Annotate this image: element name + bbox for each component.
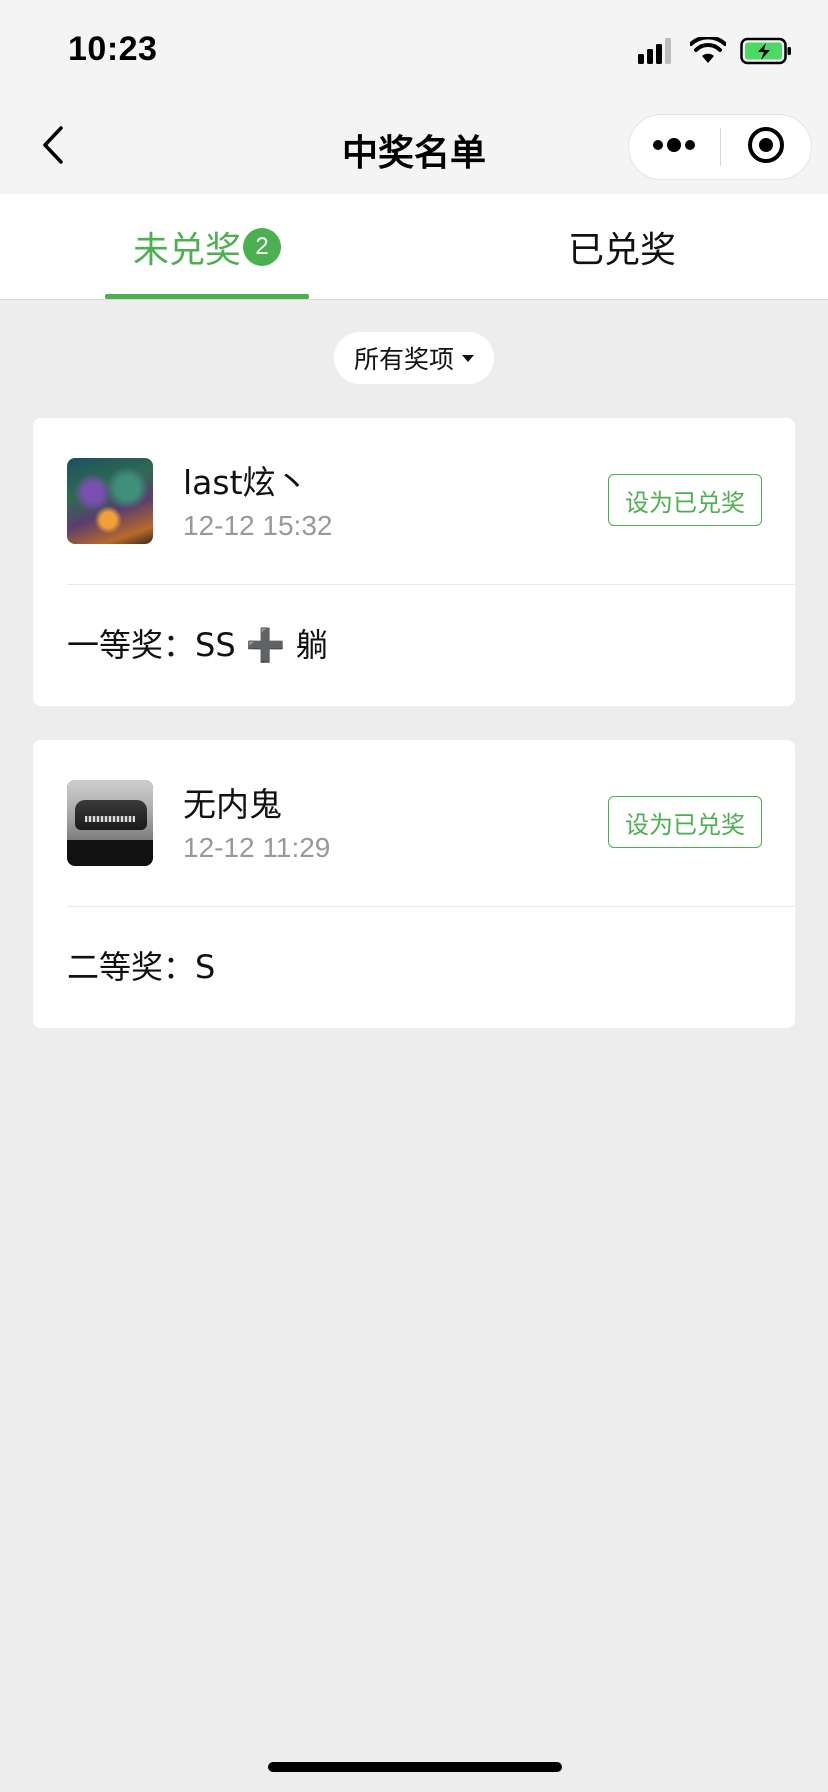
winner-name: last炫丶: [183, 463, 309, 502]
prize-text: 二等奖：S: [67, 948, 216, 986]
wifi-icon: [689, 35, 727, 69]
capsule-menu: [628, 114, 812, 180]
mark-redeemed-button[interactable]: 设为已兑奖: [608, 796, 762, 848]
filter-label: 所有奖项: [353, 345, 454, 374]
avatar: [67, 780, 153, 866]
signal-icon: [638, 38, 676, 68]
tab-redeemed[interactable]: 已兑奖: [520, 194, 724, 300]
prize-text: 一等奖：SS ➕ 躺: [67, 626, 328, 664]
tab-label: 已兑奖: [567, 230, 676, 271]
active-tab-indicator: [105, 294, 309, 299]
winner-card: 无内鬼 12-12 11:29 设为已兑奖 二等奖：S: [33, 740, 795, 1028]
mark-redeemed-button[interactable]: 设为已兑奖: [608, 474, 762, 526]
avatar: [67, 458, 153, 544]
divider: [67, 906, 795, 907]
close-miniprogram-button[interactable]: [721, 115, 812, 179]
count-badge: 2: [243, 228, 281, 266]
prize-filter-dropdown[interactable]: 所有奖项: [334, 332, 494, 384]
caret-down-icon: [462, 354, 474, 362]
nav-bar: 中奖名单: [0, 100, 828, 194]
winner-name: 无内鬼: [183, 785, 282, 824]
tab-bar: 未兑奖 2 已兑奖: [0, 194, 828, 300]
more-dots-icon: [652, 137, 696, 157]
win-time: 12-12 11:29: [183, 832, 331, 863]
more-button[interactable]: [629, 115, 720, 179]
divider: [67, 584, 795, 585]
winner-card: last炫丶 12-12 15:32 设为已兑奖 一等奖：SS ➕ 躺: [33, 418, 795, 706]
home-indicator[interactable]: [268, 1762, 562, 1772]
battery-icon: [740, 37, 792, 69]
win-time: 12-12 15:32: [183, 510, 333, 541]
tab-unredeemed[interactable]: 未兑奖 2: [105, 194, 309, 300]
tab-label: 未兑奖: [132, 230, 241, 271]
status-time: 10:23: [68, 30, 158, 68]
target-icon: [746, 125, 786, 169]
screen: 10:23 中奖名单 未兑奖 2 已兑奖 所有奖项 last炫丶 12-12 1…: [0, 0, 828, 1792]
status-icons: [638, 35, 792, 70]
status-bar: 10:23: [0, 0, 828, 100]
